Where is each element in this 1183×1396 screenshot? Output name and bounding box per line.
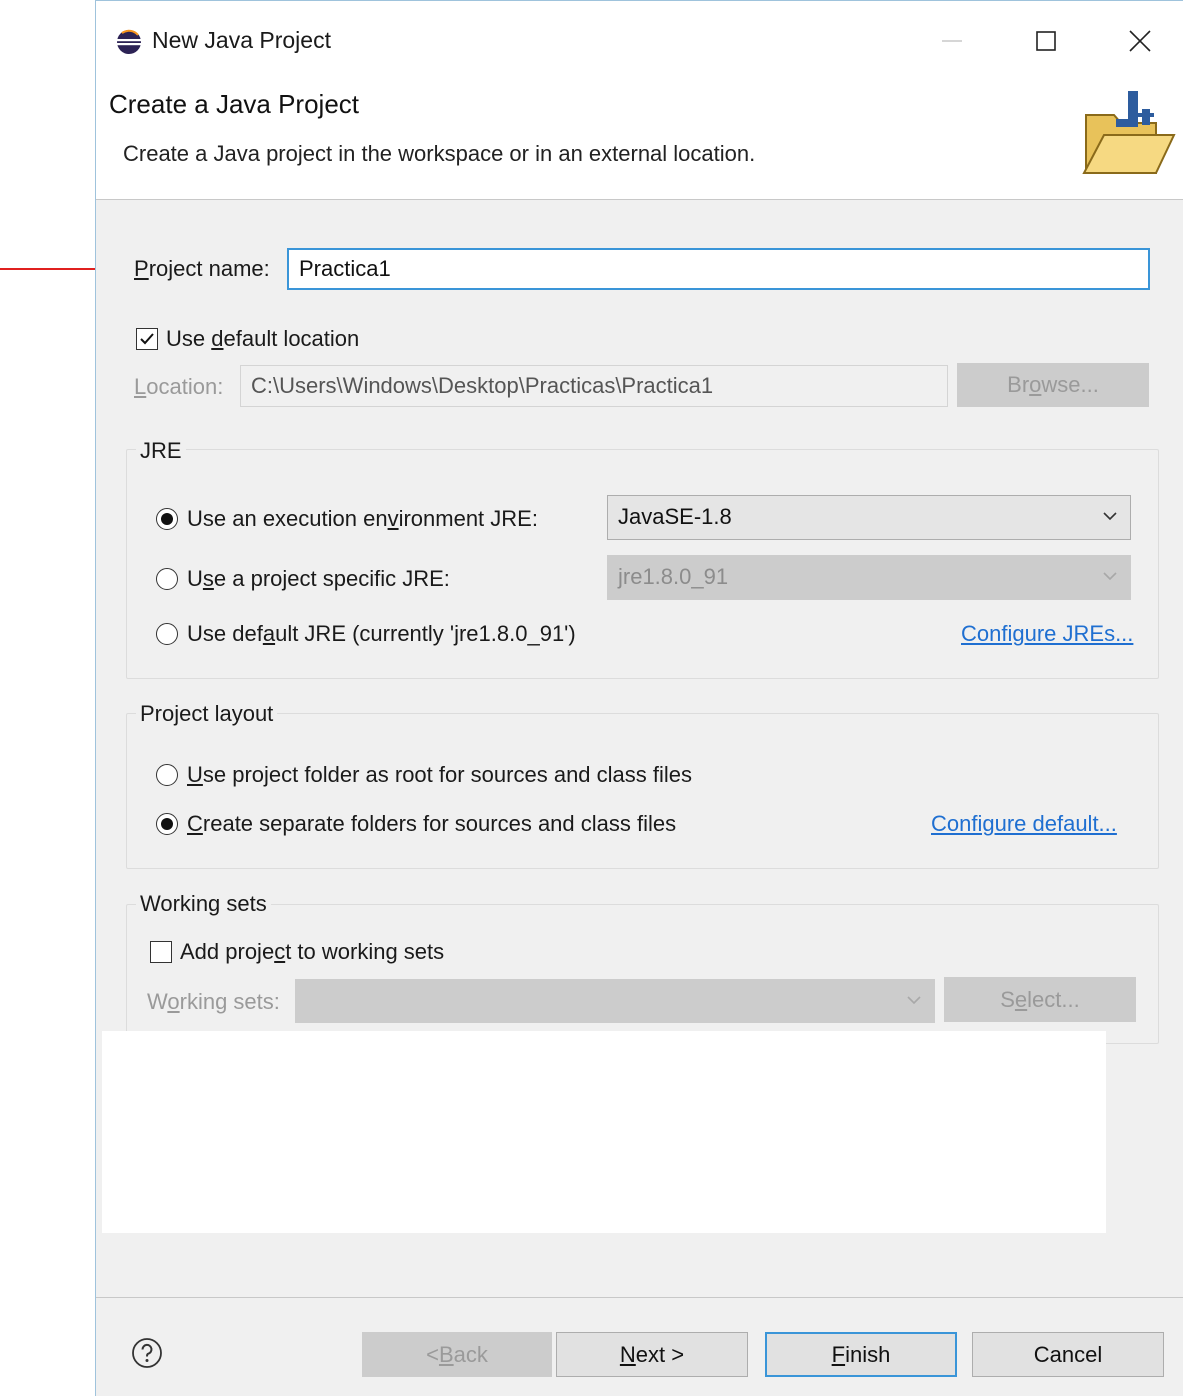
minimize-icon — [942, 40, 962, 42]
maximize-icon — [1036, 31, 1056, 51]
finish-button[interactable]: Finish — [765, 1332, 957, 1377]
chevron-down-icon — [1103, 512, 1117, 521]
use-default-location-checkbox[interactable] — [136, 328, 158, 350]
project-name-label: Project name: — [134, 256, 270, 281]
wizard-header: Create a Java Project Create a Java proj… — [96, 79, 1183, 200]
page-title: Create a Java Project — [109, 89, 360, 119]
maximize-button[interactable] — [1022, 19, 1070, 63]
jre-execution-environment-radio[interactable] — [156, 508, 178, 530]
project-specific-jre-select[interactable]: jre1.8.0_91 — [607, 555, 1131, 600]
project-specific-jre-value: jre1.8.0_91 — [618, 564, 729, 589]
jre-group-title: JRE — [136, 438, 186, 464]
browse-button[interactable]: Br o wse... — [957, 363, 1149, 407]
layout-separate-folders-radio[interactable] — [156, 813, 178, 835]
radio-selected-dot — [161, 513, 173, 525]
use-default-location-label: Use default location — [166, 326, 360, 351]
chevron-down-icon — [1103, 572, 1117, 581]
jre-execution-environment-label: Use an execution environment JRE: — [187, 506, 538, 531]
layout-separate-folders-label: Create separate folders for sources and … — [187, 811, 677, 836]
help-icon[interactable] — [131, 1337, 163, 1369]
cancel-button[interactable]: Cancel — [972, 1332, 1164, 1377]
add-to-working-sets-label: Add project to working sets — [180, 939, 445, 964]
working-sets-select[interactable] — [295, 979, 935, 1023]
checkmark-icon — [140, 333, 154, 345]
execution-environment-select[interactable]: JavaSE-1.8 — [607, 495, 1131, 540]
new-java-project-dialog: New Java Project Create a Java Project C… — [95, 0, 1183, 1396]
footer-separator — [96, 1297, 1183, 1298]
location-label: Location: — [134, 374, 224, 399]
configure-default-link[interactable]: Configure default... — [931, 811, 1117, 837]
next-button[interactable]: Next > — [556, 1332, 748, 1377]
working-sets-group-title: Working sets — [136, 891, 271, 917]
chevron-down-icon — [907, 996, 921, 1005]
close-button[interactable] — [1116, 19, 1164, 63]
jre-default-radio[interactable] — [156, 623, 178, 645]
layout-project-folder-label: Use project folder as root for sources a… — [187, 762, 693, 787]
configure-jres-link[interactable]: Configure JREs... — [961, 621, 1133, 647]
radio-selected-dot — [161, 818, 173, 830]
select-working-sets-button[interactable]: Se lect... — [944, 977, 1136, 1022]
working-sets-label: Working sets: — [147, 989, 280, 1014]
add-to-working-sets-checkbox[interactable] — [150, 941, 172, 963]
execution-environment-value: JavaSE-1.8 — [618, 504, 732, 529]
project-layout-group-title: Project layout — [136, 701, 278, 727]
jre-project-specific-label: Use a project specific JRE: — [187, 566, 450, 591]
jre-project-specific-radio[interactable] — [156, 568, 178, 590]
title-bar: New Java Project — [96, 1, 1183, 79]
project-name-input[interactable] — [287, 248, 1150, 290]
location-input[interactable] — [240, 365, 948, 407]
back-button[interactable]: < Back — [362, 1332, 552, 1377]
jre-default-label: Use default JRE (currently 'jre1.8.0_91'… — [187, 621, 576, 646]
project-layout-group — [126, 713, 1159, 869]
working-sets-group — [126, 904, 1159, 1044]
minimize-button[interactable] — [928, 19, 976, 63]
window-title: New Java Project — [152, 27, 331, 53]
close-icon — [1129, 30, 1151, 52]
empty-content-area — [102, 1031, 1106, 1233]
layout-project-folder-radio[interactable] — [156, 764, 178, 786]
eclipse-icon — [117, 29, 141, 54]
page-description: Create a Java project in the workspace o… — [123, 141, 756, 166]
new-java-project-folder-icon — [1082, 91, 1176, 174]
